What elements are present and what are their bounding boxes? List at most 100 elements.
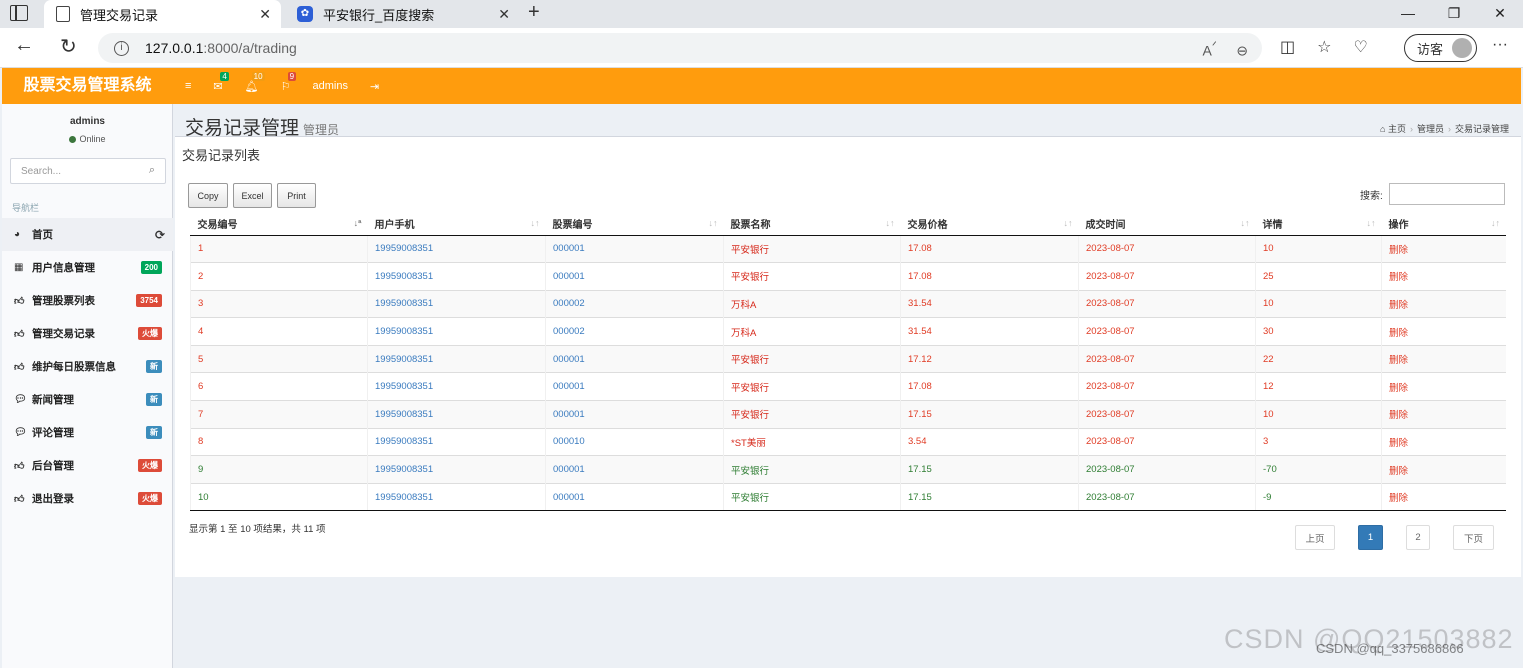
- copy-button[interactable]: Copy: [188, 183, 228, 208]
- cell-code: 000001: [545, 372, 724, 401]
- info-icon[interactable]: i: [114, 40, 129, 56]
- sidebar-item-users[interactable]: ▦ 用户信息管理 200: [2, 251, 173, 284]
- breadcrumb: ⌂ 主页 › 管理员 › 交易记录管理: [1380, 124, 1509, 134]
- delete-link[interactable]: 删除: [1381, 400, 1506, 429]
- sidebar-item-comments[interactable]: 💬︎ 评论管理 新: [2, 416, 173, 449]
- sidebar-item-label: 退出登录: [32, 493, 74, 505]
- sort-icon[interactable]: ↓↑: [531, 218, 540, 228]
- sidebar-item-news[interactable]: 💬︎ 新闻管理 新: [2, 383, 173, 416]
- logout-icon[interactable]: ⇥: [370, 80, 379, 93]
- table-row: 3 19959008351 000002 万科A 31.54 2023-08-07 10 删除: [190, 289, 1506, 318]
- sidebar-item-trading[interactable]: 👍︎ 管理交易记录 火爆: [2, 317, 173, 350]
- close-icon[interactable]: ✕: [259, 6, 271, 23]
- flag-icon[interactable]: ⚐ 9: [281, 71, 297, 93]
- col-header[interactable]: 股票编号 ↓↑: [545, 212, 724, 236]
- url-field[interactable]: i 127.0.0.1:8000/a/trading Aᐟ ⊖: [98, 33, 1262, 63]
- col-label: 交易价格: [907, 219, 948, 231]
- sidebar-search-input[interactable]: Search... ⌕: [10, 158, 166, 184]
- col-header[interactable]: 详情 ↓↑: [1255, 212, 1382, 236]
- col-header[interactable]: 交易编号 ↓ª: [190, 212, 368, 236]
- bell-badge: 10: [251, 71, 265, 81]
- bell-icon[interactable]: 🔔︎ 10: [245, 71, 265, 93]
- breadcrumb-home[interactable]: 主页: [1388, 124, 1406, 134]
- search-icon[interactable]: ⌕: [149, 164, 155, 177]
- delete-link[interactable]: 删除: [1381, 234, 1506, 263]
- favorites-icon[interactable]: ☆: [1317, 37, 1331, 57]
- page-1-button[interactable]: 1: [1358, 525, 1383, 550]
- cell-phone: 19959008351: [367, 289, 546, 318]
- cell-time: 2023-08-07: [1078, 482, 1256, 512]
- delete-link[interactable]: 删除: [1381, 262, 1506, 291]
- profile-button[interactable]: 访客: [1404, 34, 1477, 62]
- export-buttons: Copy Excel Print: [188, 183, 316, 208]
- refresh-icon[interactable]: ⟳: [155, 228, 165, 242]
- col-header[interactable]: 股票名称 ↓↑: [723, 212, 901, 236]
- heart-rate-icon[interactable]: ♡: [1353, 37, 1367, 57]
- delete-link[interactable]: 删除: [1381, 372, 1506, 401]
- hot-badge: 火爆: [138, 459, 162, 472]
- window-close-icon[interactable]: ✕: [1477, 0, 1523, 28]
- window-controls: — ❐ ✕: [1385, 0, 1523, 28]
- sort-icon[interactable]: ↓↑: [1241, 218, 1250, 228]
- read-aloud-icon[interactable]: Aᐟ ⊖: [1203, 39, 1248, 60]
- sort-asc-icon[interactable]: ↓ª: [354, 218, 362, 228]
- back-icon[interactable]: ←: [14, 34, 34, 57]
- table-row: 2 19959008351 000001 平安银行 17.08 2023-08-07 25 删…: [190, 262, 1506, 291]
- page-2-button[interactable]: 2: [1406, 525, 1430, 550]
- app-header: 股票交易管理系统 ≡ ✉ 4 🔔︎ 10 ⚐ 9 admins ⇥: [2, 68, 1521, 104]
- delete-link[interactable]: 删除: [1381, 344, 1506, 373]
- sort-icon[interactable]: ↓↑: [886, 218, 895, 228]
- sidebar-item-admin[interactable]: 👍︎ 后台管理 火爆: [2, 449, 173, 482]
- next-page-button[interactable]: 下页: [1453, 525, 1494, 550]
- header-user[interactable]: admins: [312, 80, 347, 92]
- mail-icon[interactable]: ✉ 4: [213, 71, 229, 93]
- sidebar-item-label: 管理股票列表: [32, 295, 95, 307]
- delete-link[interactable]: 删除: [1381, 317, 1506, 346]
- table-header-row: 交易编号 ↓ª 用户手机 ↓↑ 股票编号 ↓↑ 股票名称 ↓↑ 交易价格 ↓↑ 成交时间 ↓…: [190, 212, 1506, 236]
- sort-icon[interactable]: ↓↑: [1064, 218, 1073, 228]
- delete-link[interactable]: 删除: [1381, 427, 1506, 456]
- excel-button[interactable]: Excel: [233, 183, 272, 208]
- table-search-input[interactable]: [1389, 183, 1505, 205]
- thumbs-up-icon: 👍︎: [14, 493, 25, 505]
- print-button[interactable]: Print: [277, 183, 316, 208]
- col-header[interactable]: 用户手机 ↓↑: [367, 212, 546, 236]
- col-label: 操作: [1388, 219, 1409, 231]
- more-icon[interactable]: ···: [1492, 36, 1508, 54]
- delete-link[interactable]: 删除: [1381, 482, 1506, 512]
- new-tab-icon[interactable]: +: [528, 1, 540, 24]
- menu-toggle-icon[interactable]: ≡: [185, 80, 191, 92]
- reload-icon[interactable]: ↻: [60, 34, 77, 59]
- cell-phone: 19959008351: [367, 372, 546, 401]
- cell-name: 平安银行: [723, 455, 901, 484]
- sidebar-item-daily-stock[interactable]: 👍︎ 维护每日股票信息 新: [2, 350, 173, 383]
- cell-id: 3: [190, 289, 368, 318]
- sort-icon[interactable]: ↓↑: [1367, 218, 1376, 228]
- address-bar-row: ← ↻ i 127.0.0.1:8000/a/trading Aᐟ ⊖ ◫ ☆ …: [0, 28, 1523, 68]
- breadcrumb-admin[interactable]: 管理员: [1417, 124, 1444, 134]
- tab-trading[interactable]: 管理交易记录 ✕: [44, 0, 281, 28]
- dashboard-icon: ◕: [14, 229, 21, 240]
- hot-badge: 火爆: [138, 327, 162, 340]
- tab-baidu[interactable]: ✿ 平安银行_百度搜索 ✕: [285, 0, 520, 28]
- col-header[interactable]: 操作 ↓↑: [1381, 212, 1506, 236]
- col-header[interactable]: 交易价格 ↓↑: [900, 212, 1079, 236]
- minimize-icon[interactable]: —: [1385, 0, 1431, 28]
- close-icon[interactable]: ✕: [498, 6, 510, 23]
- sidebar-item-logout[interactable]: 👍︎ 退出登录 火爆: [2, 482, 173, 515]
- sidebar-item-stocks[interactable]: 👍︎ 管理股票列表 3754: [2, 284, 173, 317]
- delete-link[interactable]: 删除: [1381, 289, 1506, 318]
- sort-icon[interactable]: ↓↑: [709, 218, 718, 228]
- cell-code: 000001: [545, 344, 724, 373]
- delete-link[interactable]: 删除: [1381, 455, 1506, 484]
- split-screen-icon[interactable]: ◫: [1280, 37, 1295, 57]
- tab-actions-icon[interactable]: [10, 5, 28, 21]
- app-logo[interactable]: 股票交易管理系统: [2, 68, 173, 104]
- restore-icon[interactable]: ❐: [1431, 0, 1477, 28]
- prev-page-button[interactable]: 上页: [1295, 525, 1335, 550]
- profile-label: 访客: [1417, 41, 1444, 57]
- cell-name: 平安银行: [723, 482, 901, 512]
- sort-icon[interactable]: ↓↑: [1491, 218, 1500, 228]
- col-header[interactable]: 成交时间 ↓↑: [1078, 212, 1256, 236]
- sidebar-item-home[interactable]: ◕ 首页 ⟳: [2, 218, 173, 251]
